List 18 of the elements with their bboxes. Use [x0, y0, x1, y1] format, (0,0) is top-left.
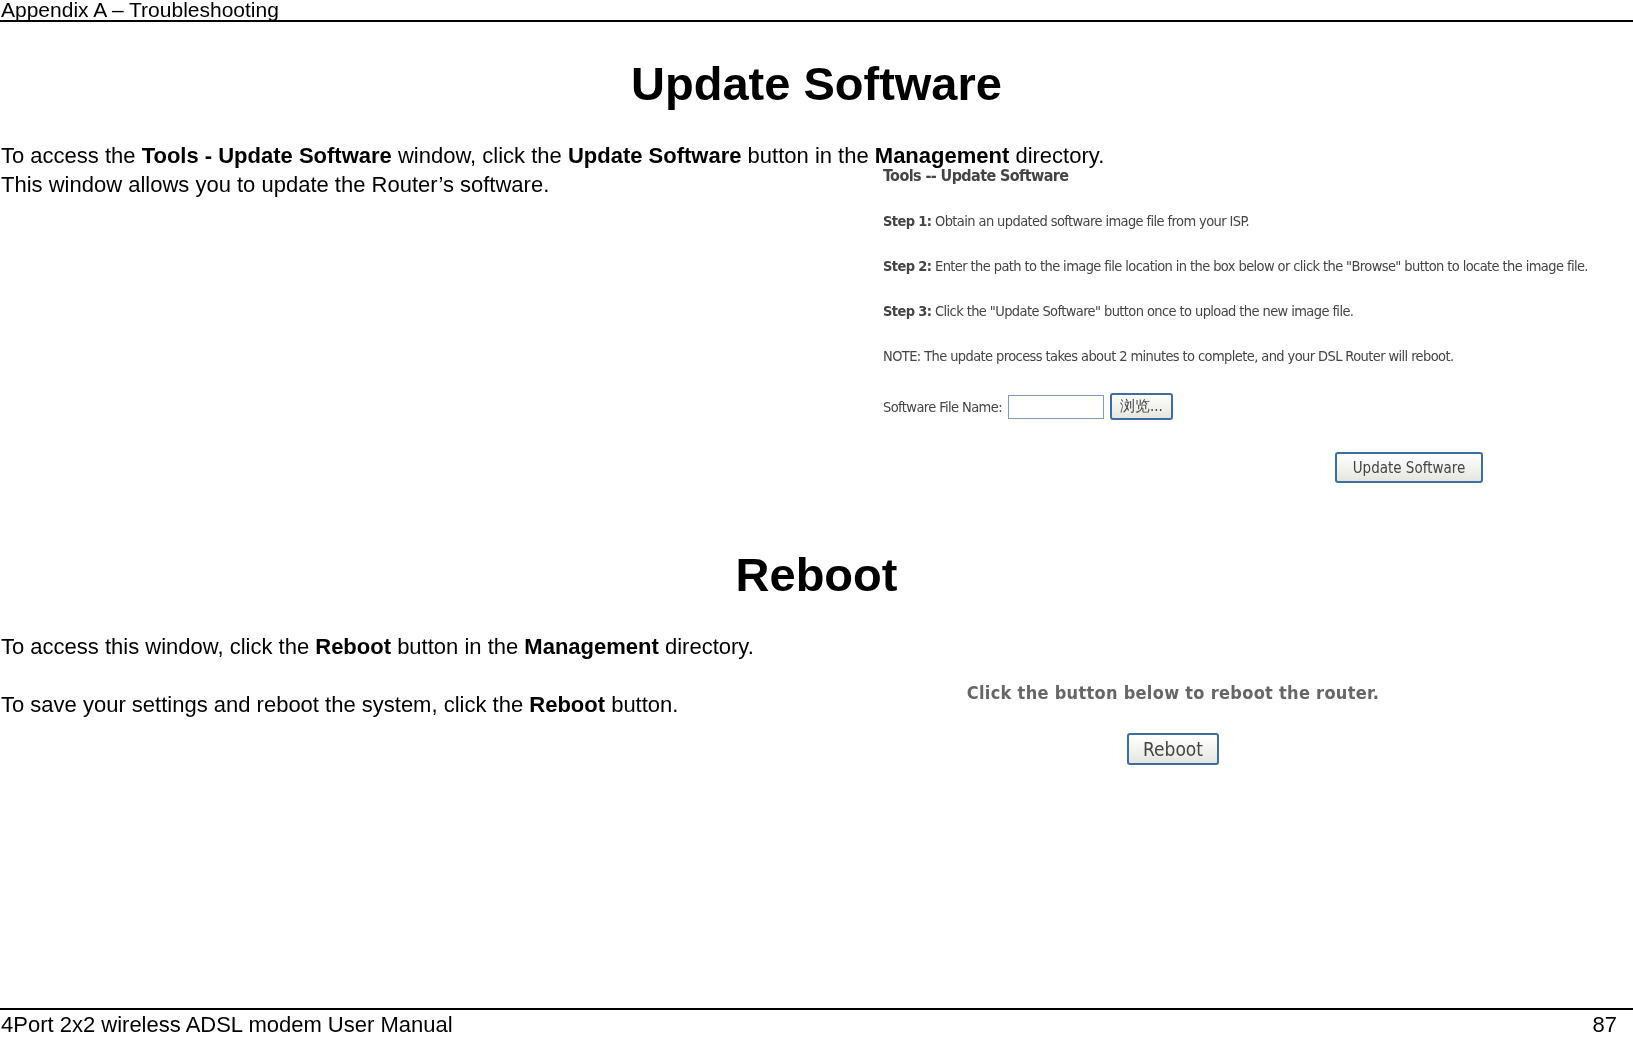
- step-text: Step 2: Enter the path to the image file location in the box below or click the "Browse" button to locate the image file.: [883, 258, 1589, 274]
- step-text: Step 3: Click the "Update Software" button once to upload the new image file.: [883, 303, 1355, 319]
- paragraph: To save your settings and reboot the system, click the Reboot button.: [0, 691, 679, 719]
- step-text: Step 1: Obtain an updated software image file from your ISP.: [883, 213, 1250, 229]
- paragraph: This window allows you to update the Router’s software.: [0, 171, 550, 199]
- reboot-message: Click the button below to reboot the router.: [966, 682, 1380, 703]
- update-software-button[interactable]: Update Software: [1335, 452, 1483, 483]
- field-label: Software File Name:: [883, 398, 1002, 415]
- section-title: Reboot: [734, 551, 899, 598]
- note-text: NOTE: The update process takes about 2 minutes to complete, and your DSL Router will reboot.: [883, 348, 1455, 364]
- browse-button[interactable]: 浏览...: [1109, 393, 1173, 420]
- paragraph: To access this window, click the Reboot button in the Management directory.: [0, 633, 754, 661]
- page-number: 87: [1592, 1011, 1617, 1038]
- footer-title: 4Port 2x2 wireless ADSL modem User Manual: [1, 1011, 453, 1038]
- file-name-field[interactable]: [1007, 394, 1104, 419]
- reboot-button[interactable]: Reboot: [1127, 733, 1219, 765]
- paragraph: To access the Tools - Update Software window, click the Update Software button in the Management directory.: [0, 142, 1105, 168]
- page-header: Appendix A – Troubleshooting: [0, 0, 1633, 22]
